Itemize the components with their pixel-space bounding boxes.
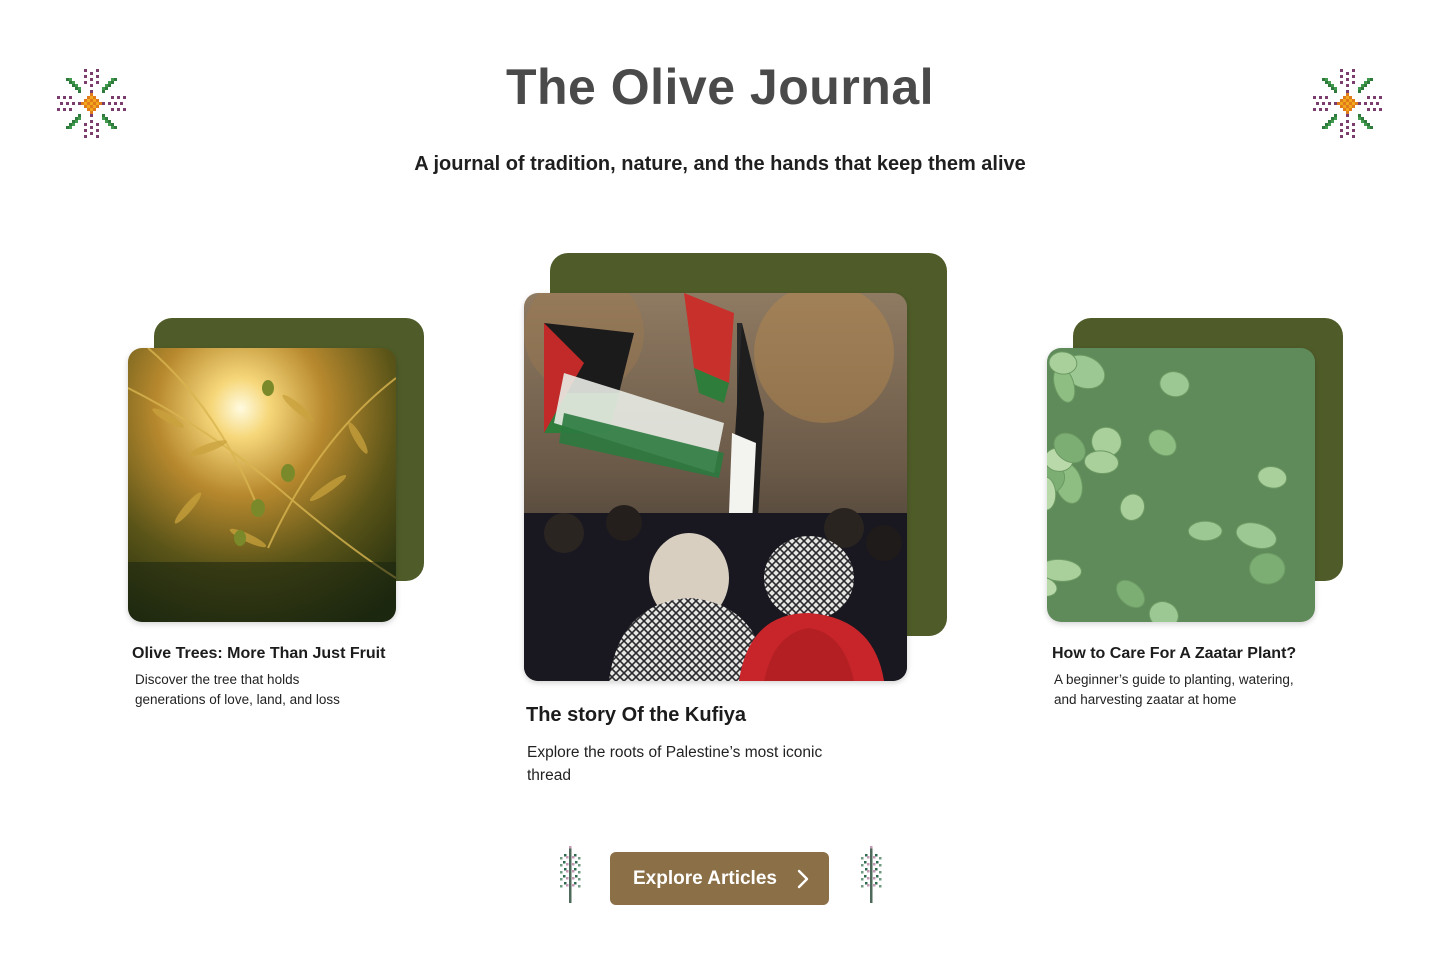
olive-branch-sunset-image[interactable] — [128, 348, 396, 622]
explore-articles-button[interactable]: Explore Articles — [610, 852, 829, 905]
card-description: A beginner’s guide to planting, watering… — [1054, 672, 1294, 707]
card-description: Discover the tree that holds generations… — [135, 672, 340, 707]
card-title[interactable]: The story Of the Kufiya — [526, 704, 746, 727]
card-description: Explore the roots of Palestine’s most ic… — [527, 744, 823, 784]
zaatar-leaves-image[interactable] — [1047, 348, 1315, 622]
page-title: The Olive Journal — [505, 59, 935, 115]
page-subtitle: A journal of tradition, nature, and the … — [414, 153, 1026, 175]
explore-articles-label: Explore Articles — [633, 867, 777, 889]
kufiya-protest-image[interactable] — [524, 293, 907, 681]
card-title[interactable]: How to Care For A Zaatar Plant? — [1052, 645, 1296, 663]
tatreez-sprig-icon — [560, 846, 581, 903]
card-title[interactable]: Olive Trees: More Than Just Fruit — [132, 645, 385, 663]
journal-page: The Olive Journal A journal of tradition… — [0, 0, 1440, 953]
chevron-right-icon — [797, 869, 809, 889]
tatreez-sprig-icon — [861, 846, 882, 903]
